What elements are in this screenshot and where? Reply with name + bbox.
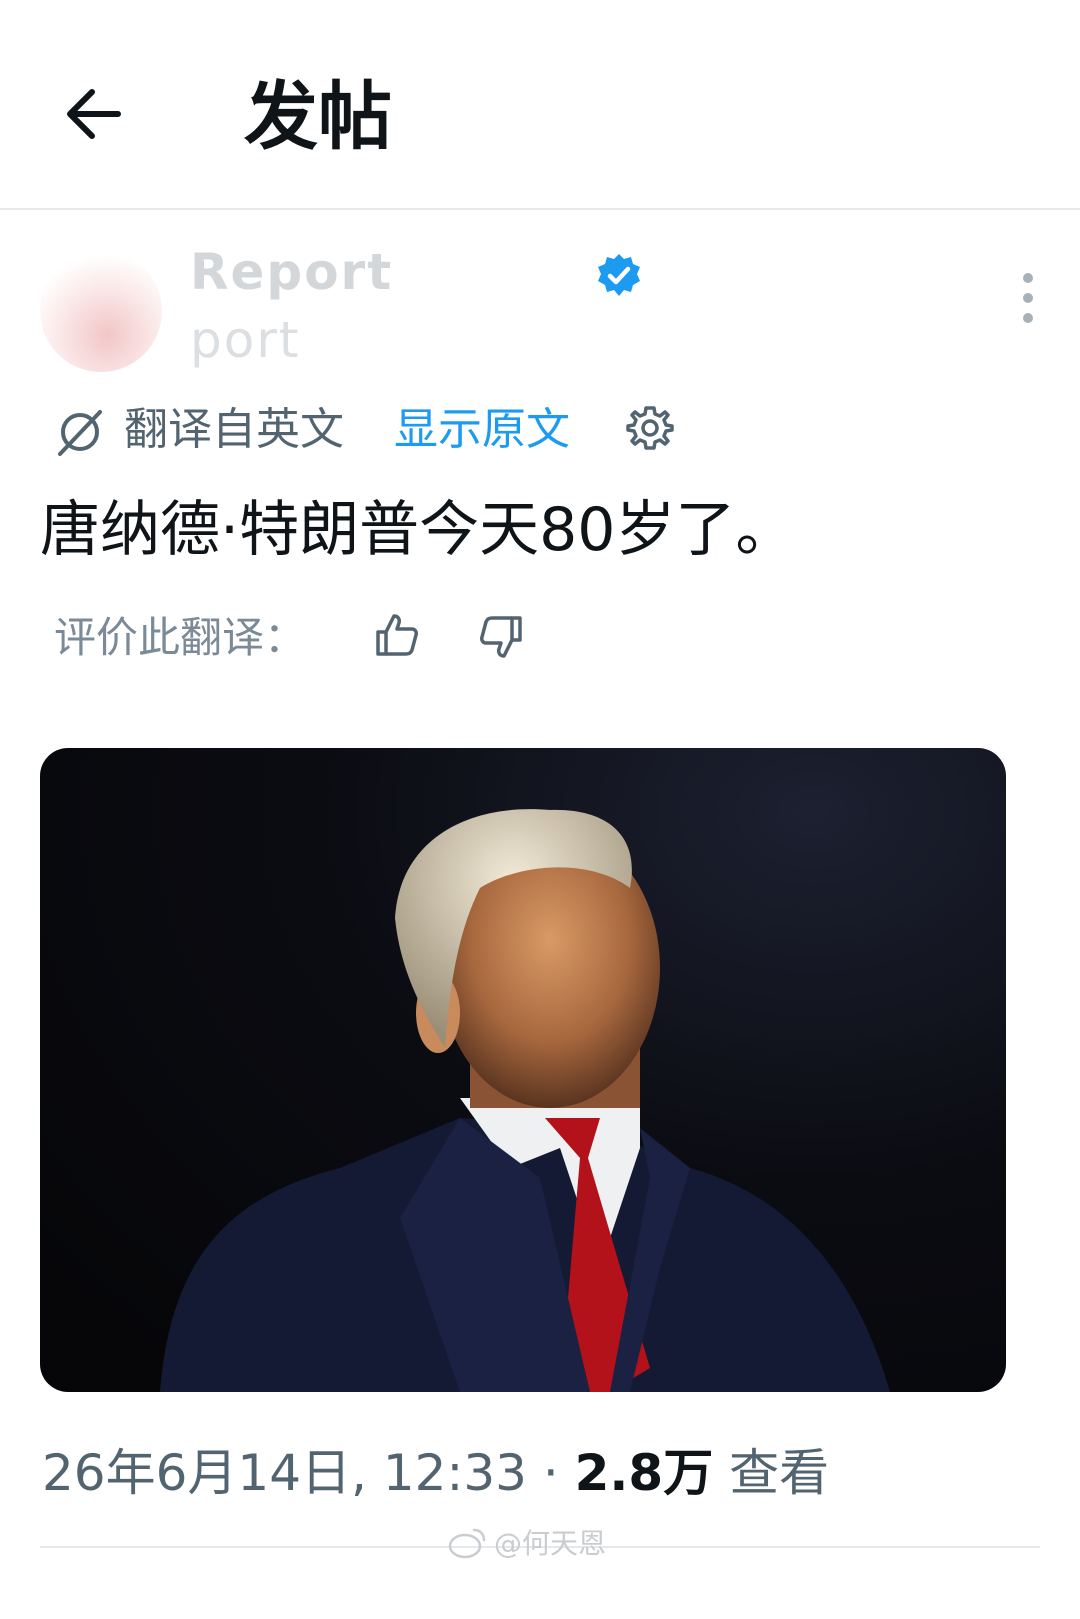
- verified-badge-icon: [598, 254, 640, 296]
- post-meta: 26年6月14日, 12:33 · 2.8万 查看: [42, 1438, 829, 1508]
- post-author: Report port: [40, 240, 1040, 390]
- show-original-link[interactable]: 显示原文: [394, 400, 570, 460]
- portrait-photo: [160, 809, 890, 1392]
- top-bar: 发帖: [0, 0, 1080, 210]
- watermark: @何天恩: [494, 1527, 607, 1560]
- translate-icon: [58, 410, 102, 456]
- thumbs-down-button[interactable]: [476, 612, 526, 662]
- thumbs-up-button[interactable]: [372, 610, 422, 660]
- translated-from-label: 翻译自英文: [124, 404, 344, 455]
- meta-separator: ·: [526, 1444, 575, 1502]
- rate-translation-row: 评价此翻译：: [54, 604, 754, 674]
- rate-translation-label: 评价此翻译：: [54, 613, 307, 662]
- thumbs-up-icon: [376, 614, 418, 656]
- back-button[interactable]: [58, 78, 130, 150]
- author-display-name[interactable]: Report: [190, 242, 393, 302]
- arrow-left-icon: [67, 89, 121, 139]
- page-title: 发帖: [244, 74, 392, 160]
- thumbs-down-icon: [480, 616, 522, 658]
- post-timestamp[interactable]: 26年6月14日, 12:33: [42, 1444, 527, 1502]
- views-label: 查看: [713, 1444, 830, 1502]
- gear-icon: [626, 406, 674, 450]
- post-text: 唐纳德·特朗普今天80岁了。: [40, 495, 796, 565]
- more-options-button[interactable]: [1010, 270, 1046, 326]
- weibo-icon: [448, 1528, 486, 1559]
- views-count: 2.8万: [574, 1444, 714, 1502]
- translation-settings-button[interactable]: [626, 404, 674, 452]
- avatar[interactable]: [40, 250, 162, 372]
- author-handle[interactable]: port: [190, 310, 301, 370]
- translation-row: 翻译自英文 显示原文: [54, 396, 1054, 466]
- post-image[interactable]: [40, 748, 1006, 1392]
- more-vertical-icon: [1023, 273, 1033, 323]
